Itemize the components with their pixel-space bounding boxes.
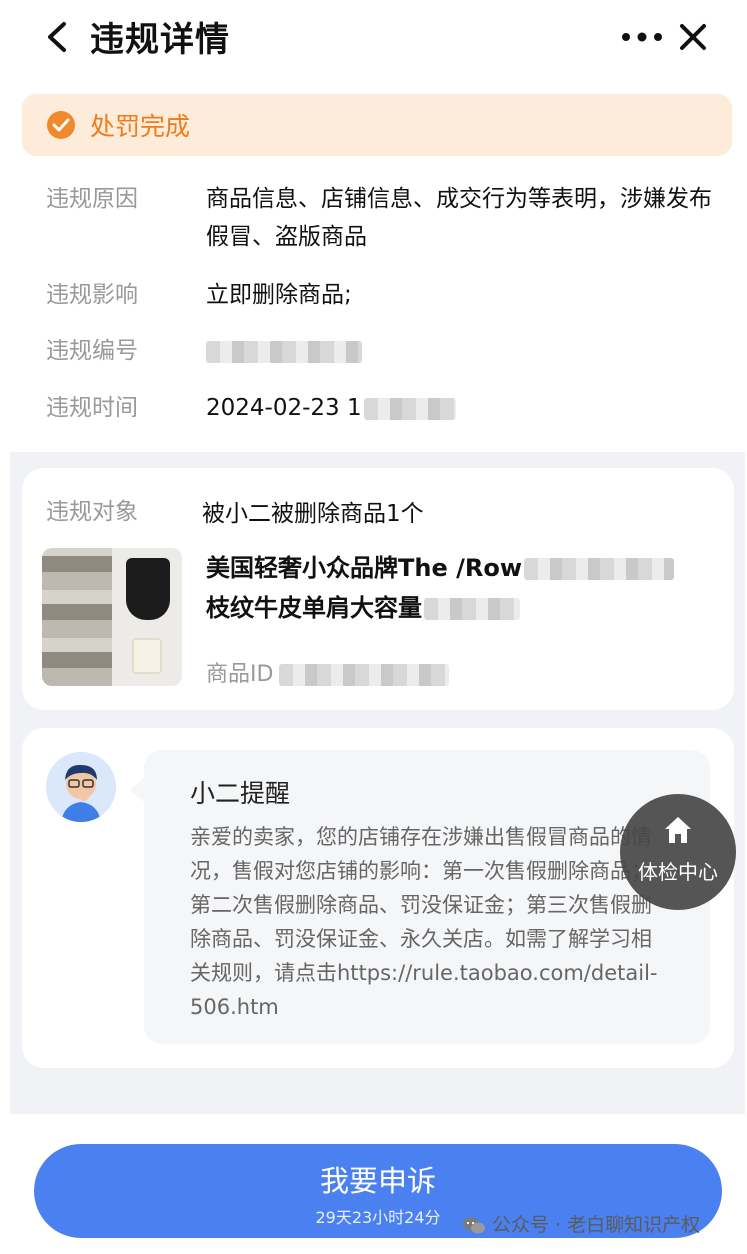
more-options-icon[interactable]: [618, 20, 666, 54]
thumbnail-blurred-part: [42, 548, 112, 686]
avatar: [46, 752, 116, 822]
info-value-time: 2024-02-23 1: [206, 389, 716, 427]
check-circle-icon: [47, 111, 75, 139]
close-icon[interactable]: [674, 18, 712, 56]
nav-bar: 违规详情: [0, 0, 747, 76]
product-id: 商品ID: [206, 656, 450, 688]
reminder-bubble: 小二提醒 亲爱的卖家，您的店铺存在涉嫌出售假冒商品的情况，售假对您店铺的影响：第…: [130, 750, 710, 1044]
info-label: 违规影响: [46, 282, 138, 308]
jar-image: [132, 638, 162, 674]
home-icon: [665, 817, 691, 843]
product-name-line: 枝纹牛皮单肩大容量: [206, 588, 716, 628]
redacted-block: [279, 664, 450, 686]
target-label: 违规对象: [46, 499, 138, 525]
info-label: 违规编号: [46, 338, 138, 364]
product-thumbnail[interactable]: [42, 548, 182, 686]
page-title: 违规详情: [90, 20, 230, 60]
info-value-redacted: [206, 332, 716, 370]
reminder-message: 亲爱的卖家，您的店铺存在涉嫌出售假冒商品的情况，售假对您店铺的影响：第一次售假删…: [190, 825, 658, 1019]
info-label: 违规时间: [46, 395, 138, 421]
info-label: 违规原因: [46, 186, 138, 212]
reminder-card: 小二提醒 亲爱的卖家，您的店铺存在涉嫌出售假冒商品的情况，售假对您店铺的影响：第…: [22, 728, 734, 1068]
bag-image: [126, 558, 170, 620]
reminder-title: 小二提醒: [190, 779, 291, 808]
health-check-label: 体检中心: [638, 860, 718, 884]
wechat-icon: [463, 1217, 485, 1233]
product-name[interactable]: 美国轻奢小众品牌The /Row 枝纹牛皮单肩大容量: [206, 548, 716, 628]
status-banner: 处罚完成: [22, 94, 732, 156]
time-text: 2024-02-23 1: [206, 395, 362, 421]
violation-target-card: 违规对象 被小二被删除商品1个 美国轻奢小众品牌The /Row 枝纹牛皮单肩大…: [22, 468, 734, 710]
status-text: 处罚完成: [90, 112, 191, 141]
watermark: 公众号 · 老白聊知识产权: [462, 1210, 700, 1237]
redacted-block: [363, 397, 456, 420]
appeal-label: 我要申诉: [319, 1164, 436, 1198]
target-count: 被小二被删除商品1个: [202, 501, 424, 527]
redacted-block: [524, 558, 674, 580]
redacted-block: [206, 340, 362, 363]
product-name-line: 美国轻奢小众品牌The /Row: [206, 548, 716, 588]
info-value: 立即删除商品;: [206, 282, 352, 308]
back-arrow-icon[interactable]: [40, 16, 76, 58]
watermark-text: 公众号 · 老白聊知识产权: [492, 1214, 701, 1236]
info-value: 商品信息、店铺信息、成交行为等表明，涉嫌发布假冒、盗版商品: [206, 186, 712, 250]
assistant-avatar-icon: [46, 752, 116, 822]
health-check-button[interactable]: 体检中心: [620, 794, 736, 910]
redacted-block: [424, 598, 520, 620]
